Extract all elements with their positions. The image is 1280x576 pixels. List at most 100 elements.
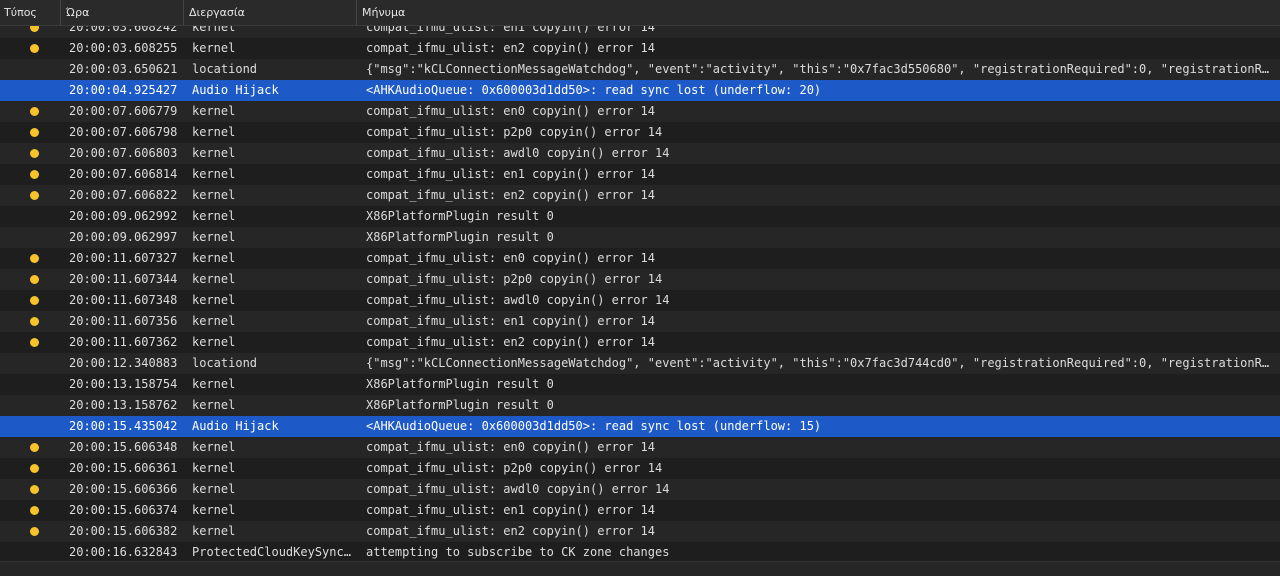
log-process-cell: Audio Hijack — [192, 83, 279, 97]
log-row[interactable]: 20:00:07.606803 kernel compat_ifmu_ulist: … — [0, 143, 1280, 164]
log-message-cell: compat_ifmu_ulist: en1 copyin() error 14 — [366, 167, 655, 181]
log-row[interactable]: 20:00:11.607348 kernel compat_ifmu_ulist: … — [0, 290, 1280, 311]
log-type-cell — [0, 269, 60, 290]
log-type-cell — [0, 185, 60, 206]
log-process-cell: kernel — [192, 188, 236, 202]
warning-dot-icon — [30, 317, 39, 326]
log-type-cell — [0, 458, 60, 479]
log-row[interactable]: 20:00:15.606361 kernel compat_ifmu_ulist: … — [0, 458, 1280, 479]
log-time-cell: 20:00:07.606814 — [69, 167, 178, 181]
log-message-cell: <AHKAudioQueue: 0x600003d1dd50>: read sy… — [366, 419, 822, 433]
log-time-cell: 20:00:15.606366 — [69, 482, 178, 496]
log-row[interactable]: 20:00:11.607344 kernel compat_ifmu_ulist: … — [0, 269, 1280, 290]
log-message-cell: X86PlatformPlugin result 0 — [366, 377, 554, 391]
log-type-cell — [0, 101, 60, 122]
log-row[interactable]: 20:00:15.606382 kernel compat_ifmu_ulist: … — [0, 521, 1280, 542]
log-row[interactable]: 20:00:11.607362 kernel compat_ifmu_ulist: … — [0, 332, 1280, 353]
log-type-cell — [0, 227, 60, 248]
log-type-cell — [0, 59, 60, 80]
log-row[interactable]: 20:00:07.606779 kernel compat_ifmu_ulist: … — [0, 101, 1280, 122]
log-type-cell — [0, 80, 60, 101]
log-row[interactable]: 20:00:07.606798 kernel compat_ifmu_ulist: … — [0, 122, 1280, 143]
log-message-cell: compat_ifmu_ulist: en0 copyin() error 14 — [366, 104, 655, 118]
log-type-cell — [0, 542, 60, 563]
log-message-cell: compat_ifmu_ulist: awdl0 copyin() error … — [366, 482, 670, 496]
log-time-cell: 20:00:16.632843 — [69, 545, 178, 559]
log-row[interactable]: 20:00:13.158754 kernel X86PlatformPlugin r… — [0, 374, 1280, 395]
warning-dot-icon — [30, 296, 39, 305]
log-time-cell: 20:00:09.062997 — [69, 230, 178, 244]
log-message-cell: compat_ifmu_ulist: p2p0 copyin() error 1… — [366, 125, 663, 139]
log-time-cell: 20:00:11.607327 — [69, 251, 178, 265]
log-process-cell: kernel — [192, 146, 236, 160]
log-row[interactable]: 20:00:09.062997 kernel X86PlatformPlugin r… — [0, 227, 1280, 248]
log-row[interactable]: 20:00:15.606348 kernel compat_ifmu_ulist: … — [0, 437, 1280, 458]
log-time-cell: 20:00:15.606382 — [69, 524, 178, 538]
log-row[interactable]: 20:00:16.632843 ProtectedCloudKeySynci… at… — [0, 542, 1280, 563]
log-type-cell — [0, 416, 60, 437]
warning-dot-icon — [30, 170, 39, 179]
log-row[interactable]: 20:00:09.062992 kernel X86PlatformPlugin r… — [0, 206, 1280, 227]
log-time-cell: 20:00:15.435042 — [69, 419, 178, 433]
log-row[interactable]: 20:00:15.606374 kernel compat_ifmu_ulist: … — [0, 500, 1280, 521]
log-process-cell: kernel — [192, 209, 236, 223]
log-message-cell: compat_ifmu_ulist: en2 copyin() error 14 — [366, 524, 655, 538]
column-header-process[interactable]: Διεργασία — [183, 0, 356, 26]
log-time-cell: 20:00:04.925427 — [69, 83, 178, 97]
column-header-type[interactable]: Τύπος — [0, 0, 60, 26]
log-type-cell — [0, 521, 60, 542]
warning-dot-icon — [30, 506, 39, 515]
log-row[interactable]: 20:00:04.925427 Audio Hijack <AHKAudioQueu… — [0, 80, 1280, 101]
log-time-cell: 20:00:13.158762 — [69, 398, 178, 412]
log-message-cell: compat_ifmu_ulist: en1 copyin() error 14 — [366, 314, 655, 328]
log-message-cell: compat_ifmu_ulist: en2 copyin() error 14 — [366, 188, 655, 202]
log-process-cell: locationd — [192, 356, 258, 370]
log-process-cell: kernel — [192, 125, 236, 139]
log-type-cell — [0, 164, 60, 185]
log-message-cell: compat_ifmu_ulist: en2 copyin() error 14 — [366, 335, 655, 349]
log-type-cell — [0, 395, 60, 416]
status-bar — [0, 561, 1280, 576]
log-time-cell: 20:00:15.606361 — [69, 461, 178, 475]
log-time-cell: 20:00:07.606803 — [69, 146, 178, 160]
log-message-cell: compat_ifmu_ulist: en0 copyin() error 14 — [366, 251, 655, 265]
log-row[interactable]: 20:00:12.340883 locationd {"msg":"kCLConne… — [0, 353, 1280, 374]
log-message-cell: X86PlatformPlugin result 0 — [366, 398, 554, 412]
log-row[interactable]: 20:00:15.606366 kernel compat_ifmu_ulist: … — [0, 479, 1280, 500]
log-process-cell: kernel — [192, 251, 236, 265]
log-row[interactable]: 20:00:07.606822 kernel compat_ifmu_ulist: … — [0, 185, 1280, 206]
warning-dot-icon — [30, 443, 39, 452]
log-row[interactable]: 20:00:03.608255 kernel compat_ifmu_ulist: … — [0, 38, 1280, 59]
log-process-cell: kernel — [192, 230, 236, 244]
warning-dot-icon — [30, 485, 39, 494]
log-type-cell — [0, 374, 60, 395]
log-process-cell: locationd — [192, 62, 258, 76]
log-time-cell: 20:00:09.062992 — [69, 209, 178, 223]
log-process-cell: kernel — [192, 272, 236, 286]
log-row[interactable]: 20:00:11.607356 kernel compat_ifmu_ulist: … — [0, 311, 1280, 332]
log-time-cell: 20:00:07.606822 — [69, 188, 178, 202]
log-message-cell: compat_ifmu_ulist: en2 copyin() error 14 — [366, 41, 655, 55]
log-time-cell: 20:00:03.650621 — [69, 62, 178, 76]
log-type-cell — [0, 332, 60, 353]
log-type-cell — [0, 248, 60, 269]
log-row[interactable]: 20:00:07.606814 kernel compat_ifmu_ulist: … — [0, 164, 1280, 185]
log-type-cell — [0, 437, 60, 458]
log-process-cell: kernel — [192, 398, 236, 412]
log-message-cell: {"msg":"kCLConnectionMessageWatchdog", "… — [366, 356, 1276, 370]
log-process-cell: kernel — [192, 503, 236, 517]
log-time-cell: 20:00:15.606348 — [69, 440, 178, 454]
log-row[interactable]: 20:00:13.158762 kernel X86PlatformPlugin r… — [0, 395, 1280, 416]
log-row[interactable]: 20:00:11.607327 kernel compat_ifmu_ulist: … — [0, 248, 1280, 269]
log-time-cell: 20:00:15.606374 — [69, 503, 178, 517]
column-header-time[interactable]: Ώρα — [60, 0, 183, 26]
column-header-message[interactable]: Μήνυμα — [356, 0, 1280, 26]
log-process-cell: kernel — [192, 482, 236, 496]
log-time-cell: 20:00:07.606798 — [69, 125, 178, 139]
log-row[interactable]: 20:00:15.435042 Audio Hijack <AHKAudioQueu… — [0, 416, 1280, 437]
log-message-cell: compat_ifmu_ulist: awdl0 copyin() error … — [366, 293, 670, 307]
log-message-cell: <AHKAudioQueue: 0x600003d1dd50>: read sy… — [366, 83, 822, 97]
table-header: Τύπος Ώρα Διεργασία Μήνυμα — [0, 0, 1280, 26]
log-row[interactable]: 20:00:03.650621 locationd {"msg":"kCLConne… — [0, 59, 1280, 80]
log-type-cell — [0, 311, 60, 332]
